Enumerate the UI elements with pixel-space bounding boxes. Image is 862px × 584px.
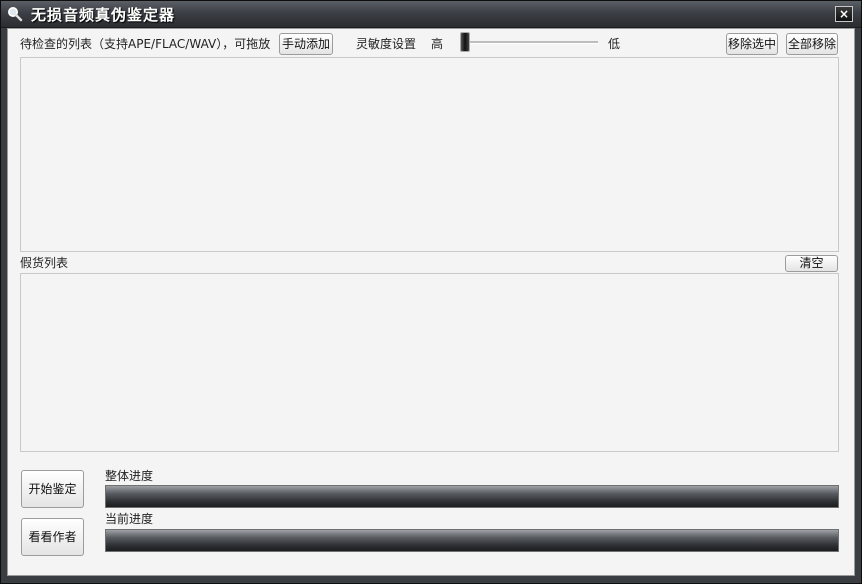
fake-list-panel[interactable] bbox=[20, 273, 839, 452]
overall-progress-label: 整体进度 bbox=[105, 469, 154, 483]
remove-all-button[interactable]: 全部移除 bbox=[786, 33, 838, 55]
sensitivity-low-label: 低 bbox=[608, 37, 621, 51]
clear-button[interactable]: 清空 bbox=[785, 255, 838, 272]
current-progress-label: 当前进度 bbox=[105, 512, 154, 526]
sensitivity-high-label: 高 bbox=[431, 37, 444, 51]
remove-selected-button[interactable]: 移除选中 bbox=[726, 33, 778, 55]
sensitivity-slider-track[interactable] bbox=[466, 41, 598, 44]
view-author-button[interactable]: 看看作者 bbox=[21, 518, 84, 556]
magnifier-icon bbox=[8, 7, 23, 22]
fake-list-label: 假货列表 bbox=[20, 256, 69, 270]
window-title: 无损音频真伪鉴定器 bbox=[31, 6, 176, 24]
start-check-button[interactable]: 开始鉴定 bbox=[21, 470, 84, 508]
title-bar[interactable]: 无损音频真伪鉴定器 × bbox=[1, 1, 861, 28]
check-list-label: 待检查的列表（支持APE/FLAC/WAV），可拖放 bbox=[20, 37, 271, 51]
sensitivity-label: 灵敏度设置 bbox=[356, 37, 417, 51]
current-progress-bar bbox=[105, 529, 839, 552]
sensitivity-slider-thumb[interactable] bbox=[460, 32, 470, 52]
app-window: 无损音频真伪鉴定器 × 待检查的列表（支持APE/FLAC/WAV），可拖放 手… bbox=[0, 0, 862, 584]
close-icon: × bbox=[838, 7, 850, 21]
close-button[interactable]: × bbox=[835, 6, 853, 22]
overall-progress-bar bbox=[105, 485, 839, 508]
add-files-button[interactable]: 手动添加 bbox=[279, 33, 333, 55]
client-area: 待检查的列表（支持APE/FLAC/WAV），可拖放 手动添加 灵敏度设置 高 … bbox=[7, 28, 855, 576]
check-list-panel[interactable] bbox=[20, 57, 839, 252]
